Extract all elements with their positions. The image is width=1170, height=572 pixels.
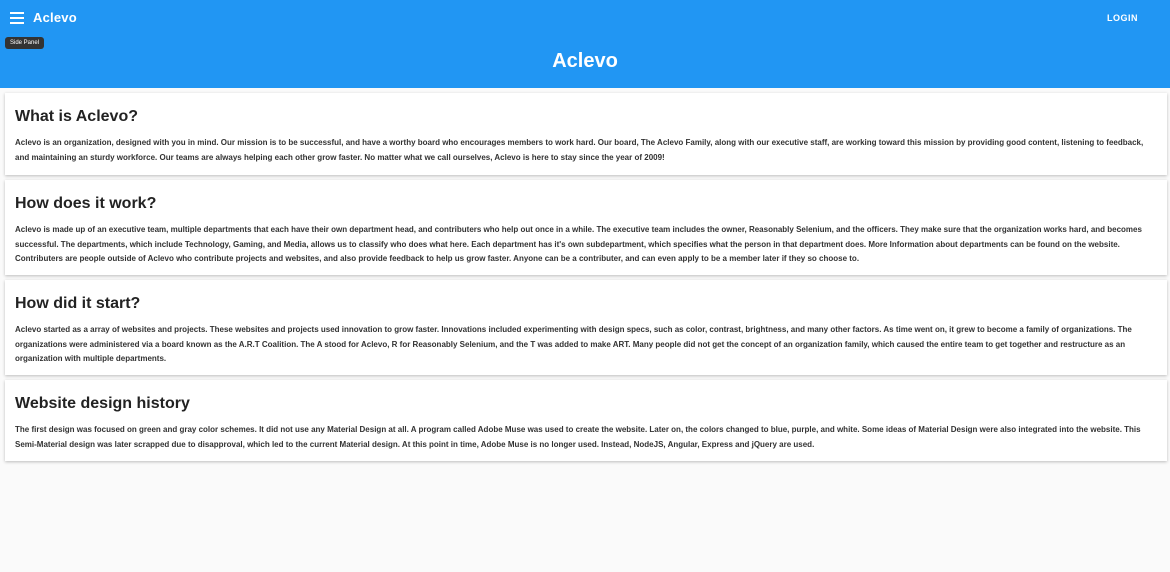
card-title: Website design history bbox=[15, 395, 190, 412]
card-title: How does it work? bbox=[15, 195, 157, 212]
card-body: The first design was focused on green an… bbox=[15, 425, 1141, 449]
hamburger-menu-icon[interactable] bbox=[10, 12, 24, 26]
card-how-it-started: How did it start? Aclevo started as a ar… bbox=[5, 280, 1167, 375]
card-design-history: Website design history The first design … bbox=[5, 380, 1167, 461]
login-button[interactable]: LOGIN bbox=[1107, 13, 1138, 23]
card-title: What is Aclevo? bbox=[15, 108, 138, 125]
side-panel-tooltip: Side Panel bbox=[5, 37, 45, 49]
card-what-is: What is Aclevo? Aclevo is an organizatio… bbox=[5, 93, 1167, 175]
card-title: How did it start? bbox=[15, 295, 141, 312]
card-how-it-works: How does it work? Aclevo is made up of a… bbox=[5, 180, 1167, 275]
card-body: Aclevo is an organization, designed with… bbox=[15, 138, 1144, 162]
hero-title: Aclevo bbox=[552, 50, 618, 72]
card-body: Aclevo is made up of an executive team, … bbox=[15, 225, 1142, 264]
card-body: Aclevo started as a array of websites an… bbox=[15, 325, 1132, 364]
brand-title[interactable]: Aclevo bbox=[33, 10, 77, 25]
app-bar: Aclevo LOGIN Side Panel Aclevo bbox=[0, 0, 1170, 88]
content-cards: What is Aclevo? Aclevo is an organizatio… bbox=[5, 93, 1167, 466]
